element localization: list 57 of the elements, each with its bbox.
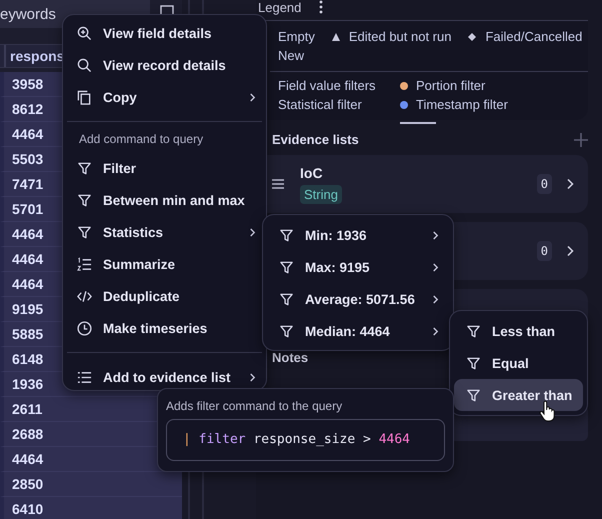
legend-label: Timestamp filter [416, 97, 508, 112]
add-icon[interactable] [574, 132, 588, 146]
chevron-right-icon[interactable] [566, 178, 574, 190]
clock-icon [77, 320, 92, 336]
chevron-right-icon [249, 92, 256, 102]
count-badge: 0 [536, 241, 552, 261]
chevron-right-icon [432, 262, 439, 272]
menu-item[interactable]: Max: 9195 [267, 251, 449, 283]
code-icon [77, 288, 92, 304]
section-title: Evidence lists [272, 132, 359, 147]
menu-item[interactable]: Equal [454, 347, 583, 379]
legend-label: Empty [278, 29, 315, 44]
chevron-right-icon[interactable] [566, 245, 574, 257]
legend-label: New [278, 48, 304, 63]
filter-icon [466, 388, 481, 402]
legend-label: Edited but not run [348, 29, 452, 44]
legend-label: Failed/Cancelled [485, 29, 582, 44]
filter-icon [77, 192, 92, 208]
legend-label: Portion filter [416, 78, 486, 93]
legend-label: Field value filters [278, 78, 376, 93]
numbered-list-icon [77, 256, 92, 272]
section-title: Notes [272, 350, 308, 365]
filter-icon [279, 292, 294, 306]
menu-item[interactable]: Average: 5071.56 [267, 283, 449, 315]
chevron-right-icon [249, 226, 256, 238]
menu-item[interactable]: Greater than [454, 379, 583, 411]
chevron-right-icon [432, 230, 439, 240]
chevron-right-icon [432, 294, 439, 304]
code-preview: | filter response_size > 4464 [166, 419, 445, 461]
more-icon[interactable] [319, 0, 324, 14]
legend-label: Statistical filter [278, 97, 362, 112]
menu-item[interactable]: Less than [454, 315, 583, 347]
count-badge: 0 [536, 174, 552, 194]
search-icon [77, 58, 92, 72]
filter-icon [466, 324, 481, 338]
table-cell: 6410 [0, 497, 182, 519]
filter-icon [279, 260, 294, 274]
list-icon [77, 370, 92, 384]
type-tag: String [300, 184, 342, 204]
drag-handle-icon[interactable] [272, 179, 284, 189]
menu-item[interactable]: View field details [63, 17, 266, 49]
menu-item[interactable]: Min: 1936 [267, 219, 449, 251]
copy-icon [77, 90, 92, 104]
filter-icon [77, 160, 92, 176]
legend-title: Legend [258, 0, 302, 14]
menu-item[interactable]: Median: 4464 [267, 315, 449, 347]
chevron-right-icon [249, 372, 256, 382]
hand-cursor-icon [539, 400, 555, 422]
filter-icon [77, 224, 92, 240]
diamond-icon [467, 32, 478, 42]
list-name: IoC [300, 164, 323, 180]
filter-icon [279, 324, 294, 338]
zoom-in-icon [77, 26, 92, 40]
triangle-icon [330, 32, 341, 42]
filter-icon [466, 356, 481, 370]
chevron-right-icon [432, 326, 439, 336]
filter-icon [279, 228, 294, 242]
